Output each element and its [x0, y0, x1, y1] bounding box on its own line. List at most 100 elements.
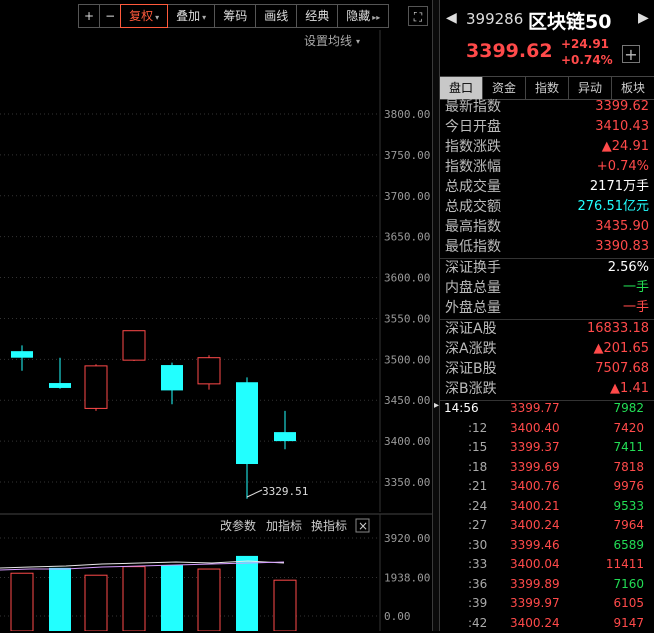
candlestick-series[interactable] — [11, 330, 296, 499]
trade-volume: 11411 — [605, 557, 644, 571]
trade-price: 3399.69 — [510, 459, 560, 474]
trade-price: 3399.77 — [510, 401, 560, 415]
close-icon: × — [358, 519, 368, 533]
overlay-button[interactable]: 叠加 ▾ — [167, 4, 216, 28]
draw-line-button[interactable]: 画线 — [255, 4, 298, 28]
trade-volume: 7818 — [613, 459, 644, 474]
stat-label: 深证B股 — [445, 361, 497, 377]
tab-4[interactable]: 板块 — [612, 77, 654, 99]
volume-bar[interactable] — [10, 572, 34, 631]
add-indicator-button[interactable]: 加指标 — [266, 518, 302, 533]
zoom-in-button[interactable]: + — [78, 4, 101, 28]
candle-body[interactable] — [122, 330, 146, 361]
indicator-params-button[interactable]: 改参数 — [220, 518, 256, 533]
candle-body[interactable] — [11, 351, 33, 358]
stat-value: ▲24.91 — [601, 139, 649, 154]
trade-volume: 7420 — [613, 420, 644, 435]
stat-value: ▲201.65 — [593, 341, 650, 356]
volume-bar[interactable] — [161, 565, 183, 631]
volume-tick-label: 3920.00 — [384, 532, 430, 545]
price-axis: 3800.00 3750.00 3700.00 3650.00 3600.00 3550.… — [379, 30, 430, 512]
trade-row: :42 3400.24 9147 — [440, 613, 654, 633]
stat-value: 3410.43 — [595, 119, 649, 134]
add-watchlist-button[interactable]: + — [622, 45, 640, 63]
zoom-out-button[interactable]: − — [99, 4, 122, 28]
toolbar-label: 筹码 — [223, 9, 248, 23]
stat-label: 最新指数 — [445, 99, 501, 115]
volume-series[interactable] — [10, 555, 297, 631]
trade-volume: 7411 — [613, 440, 644, 454]
stat-row: 最高指数 3435.90 — [440, 217, 654, 237]
kline-chart[interactable]: 设置均线 ▾ 3800.00 3750.00 3700.00 3650.00 3600.… — [0, 0, 432, 631]
volume-bar[interactable] — [122, 566, 146, 631]
stat-row: 最新指数 3399.62 — [440, 97, 654, 117]
tab-0[interactable]: 盘口 — [440, 77, 483, 99]
change-percent: +0.74% — [561, 53, 613, 67]
volume-bar[interactable] — [236, 555, 258, 631]
chips-button[interactable]: 筹码 — [214, 4, 257, 28]
ma-setting-button[interactable]: 设置均线 — [304, 34, 352, 48]
toolbar-label: 隐藏 — [346, 9, 371, 23]
candle-body[interactable] — [236, 382, 258, 465]
fullscreen-icon[interactable]: ⛶ — [408, 6, 428, 26]
stat-value: 2.56% — [607, 260, 649, 275]
volume-bar[interactable] — [197, 568, 221, 631]
stat-label: 总成交量 — [445, 179, 501, 195]
volume-bar[interactable] — [49, 567, 71, 631]
candle-body[interactable] — [84, 365, 108, 409]
chevron-down-icon: ▾ — [155, 13, 160, 22]
candle-body[interactable] — [49, 383, 71, 388]
chart-toolbar: + − 复权 ▾ 叠加 ▾ 筹码 画线 经典 隐藏 ▸▸ — [78, 4, 390, 28]
next-stock-icon[interactable]: ▶ — [638, 10, 649, 26]
trade-time: :24 — [468, 498, 488, 513]
candle-body[interactable] — [197, 357, 221, 385]
price-tick-label: 3650.00 — [384, 231, 430, 244]
toolbar-label: 复权 — [129, 9, 154, 23]
stat-row: 最低指数 3390.83 — [440, 237, 654, 257]
tab-2[interactable]: 指数 — [526, 77, 569, 99]
hide-button[interactable]: 隐藏 ▸▸ — [337, 4, 390, 28]
price-tick-label: 3600.00 — [384, 272, 430, 285]
prev-stock-icon[interactable]: ◀ — [446, 10, 457, 26]
stat-label: 指数涨跌 — [445, 139, 501, 155]
tab-1[interactable]: 资金 — [483, 77, 526, 99]
stat-row: 今日开盘 3410.43 — [440, 117, 654, 137]
volume-bar[interactable] — [273, 579, 297, 631]
stat-row: 指数涨跌 ▲24.91 — [440, 137, 654, 157]
stat-row: 总成交量 2171万手 — [440, 177, 654, 197]
switch-indicator-button[interactable]: 换指标 — [311, 518, 347, 533]
panel-splitter[interactable]: ▸ — [432, 0, 440, 631]
restore-rights-button[interactable]: 复权 ▾ — [120, 4, 169, 28]
trade-row: 14:56 3399.77 7982 — [440, 398, 654, 418]
trade-row: :39 3399.97 6105 — [440, 593, 654, 613]
stat-row: 内盘总量 一手 — [440, 278, 654, 298]
trade-time: 14:56 — [444, 401, 479, 415]
trade-volume: 7982 — [613, 401, 644, 415]
stat-label: 内盘总量 — [445, 280, 501, 296]
tab-3[interactable]: 异动 — [569, 77, 612, 99]
trade-volume: 7964 — [613, 518, 644, 532]
ma-setting-dropdown-icon[interactable]: ▾ — [356, 37, 360, 46]
stat-value: 3435.90 — [595, 219, 649, 234]
stat-label: 深B涨跌 — [445, 381, 497, 397]
volume-bar[interactable] — [84, 574, 108, 631]
stat-label: 深A涨跌 — [445, 341, 497, 357]
stat-row: 深证B股 7507.68 — [440, 359, 654, 379]
trade-volume: 6105 — [613, 596, 644, 610]
price-tick-label: 3700.00 — [384, 190, 430, 203]
trade-row: :18 3399.69 7818 — [440, 457, 654, 477]
trade-price: 3399.89 — [510, 576, 560, 591]
classic-button[interactable]: 经典 — [296, 4, 339, 28]
stat-value: 7507.68 — [595, 361, 649, 376]
candle-body[interactable] — [274, 432, 296, 442]
trade-volume: 7160 — [613, 576, 644, 591]
trade-row: :24 3400.21 9533 — [440, 496, 654, 516]
stat-row: 深A涨跌 ▲201.65 — [440, 339, 654, 359]
collapse-arrow-icon[interactable]: ▸ — [434, 398, 439, 414]
trade-time: :33 — [468, 557, 488, 571]
toolbar-label: + — [84, 9, 95, 23]
price-tick-label: 3350.00 — [384, 476, 430, 489]
trade-price: 3400.76 — [510, 479, 560, 493]
candle-body[interactable] — [161, 365, 183, 391]
toolbar-label: 经典 — [305, 9, 330, 23]
